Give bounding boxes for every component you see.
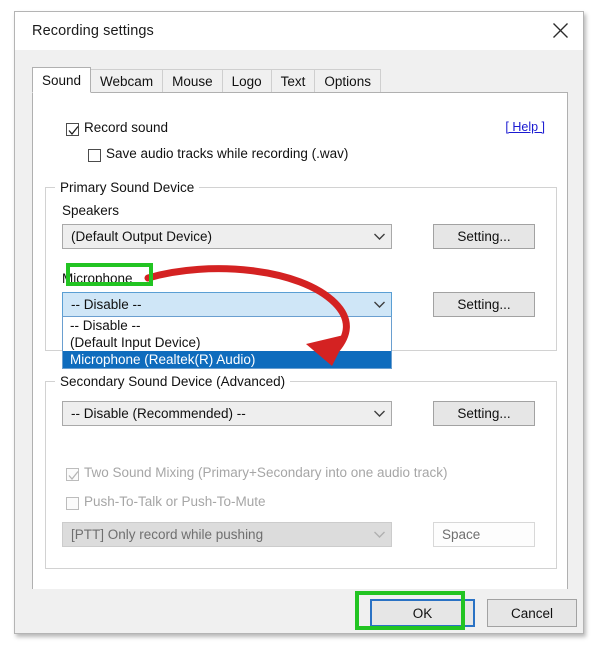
tab-webcam[interactable]: Webcam xyxy=(90,69,164,93)
title-bar: Recording settings xyxy=(15,12,583,50)
dropdown-option-selected[interactable]: Microphone (Realtek(R) Audio) xyxy=(63,351,391,368)
microphone-combobox[interactable]: -- Disable -- xyxy=(62,292,392,317)
close-icon xyxy=(552,23,568,38)
push-to-talk-label: Push-To-Talk or Push-To-Mute xyxy=(84,494,266,509)
secondary-group-title: Secondary Sound Device (Advanced) xyxy=(55,374,291,389)
tab-logo[interactable]: Logo xyxy=(221,69,272,93)
microphone-setting-button[interactable]: Setting... xyxy=(433,292,535,317)
tab-strip: Sound Webcam Mouse Logo Text Options xyxy=(32,67,568,93)
close-button[interactable] xyxy=(537,12,583,49)
check-icon xyxy=(68,126,79,135)
save-audio-tracks-checkbox[interactable] xyxy=(88,149,101,162)
speakers-setting-label: Setting... xyxy=(457,229,511,244)
ok-button-label: OK xyxy=(412,605,433,621)
page-title: Recording settings xyxy=(32,23,154,39)
tab-options[interactable]: Options xyxy=(314,69,381,93)
record-sound-checkbox[interactable] xyxy=(66,123,79,136)
microphone-setting-label: Setting... xyxy=(457,297,511,312)
chevron-down-icon xyxy=(367,530,391,539)
chevron-down-icon xyxy=(367,300,391,309)
push-to-talk-checkbox xyxy=(66,497,79,510)
chevron-down-icon xyxy=(367,409,391,418)
tab-label: Logo xyxy=(231,73,262,89)
ptt-key-value: Space xyxy=(442,527,481,542)
tab-label: Text xyxy=(280,73,306,89)
tab-label: Mouse xyxy=(172,73,213,89)
check-icon xyxy=(68,471,79,480)
primary-group-title: Primary Sound Device xyxy=(55,180,200,195)
speakers-combobox[interactable]: (Default Output Device) xyxy=(62,224,392,249)
tab-mouse[interactable]: Mouse xyxy=(162,69,223,93)
microphone-value: -- Disable -- xyxy=(71,297,142,312)
dropdown-option[interactable]: -- Disable -- xyxy=(63,317,391,334)
ptt-mode-value: [PTT] Only record while pushing xyxy=(71,527,264,542)
secondary-setting-button[interactable]: Setting... xyxy=(433,401,535,426)
ptt-key-field: Space xyxy=(433,522,535,547)
cancel-button[interactable]: Cancel xyxy=(487,599,577,627)
tab-label: Options xyxy=(324,73,371,89)
two-sound-mixing-label: Two Sound Mixing (Primary+Secondary into… xyxy=(84,465,448,480)
speakers-value: (Default Output Device) xyxy=(71,229,213,244)
speakers-setting-button[interactable]: Setting... xyxy=(433,224,535,249)
save-audio-tracks-label: Save audio tracks while recording (.wav) xyxy=(106,146,349,161)
dialog-footer: OK Cancel xyxy=(15,589,583,633)
secondary-setting-label: Setting... xyxy=(457,406,511,421)
record-sound-label: Record sound xyxy=(84,120,169,135)
recording-settings-dialog: Recording settings Sound Webcam Mouse Lo… xyxy=(14,11,584,634)
dropdown-option[interactable]: (Default Input Device) xyxy=(63,334,391,351)
screenshot-root: Recording settings Sound Webcam Mouse Lo… xyxy=(0,0,600,653)
tab-label: Sound xyxy=(42,72,82,88)
help-link[interactable]: [ Help ] xyxy=(505,120,545,134)
secondary-device-value: -- Disable (Recommended) -- xyxy=(71,406,246,421)
tab-label: Webcam xyxy=(100,73,154,89)
ptt-mode-combobox: [PTT] Only record while pushing xyxy=(62,522,392,547)
sound-tab-panel: Record sound [ Help ] Save audio tracks … xyxy=(32,92,568,590)
microphone-dropdown-list[interactable]: -- Disable -- (Default Input Device) Mic… xyxy=(62,316,392,369)
secondary-device-combobox[interactable]: -- Disable (Recommended) -- xyxy=(62,401,392,426)
ok-button[interactable]: OK xyxy=(370,599,475,627)
microphone-label: Microphone xyxy=(62,271,133,286)
cancel-button-label: Cancel xyxy=(510,605,554,621)
two-sound-mixing-checkbox xyxy=(66,468,79,481)
tab-sound[interactable]: Sound xyxy=(32,67,92,93)
speakers-label: Speakers xyxy=(62,203,120,218)
tab-text[interactable]: Text xyxy=(270,69,316,93)
chevron-down-icon xyxy=(367,232,391,241)
